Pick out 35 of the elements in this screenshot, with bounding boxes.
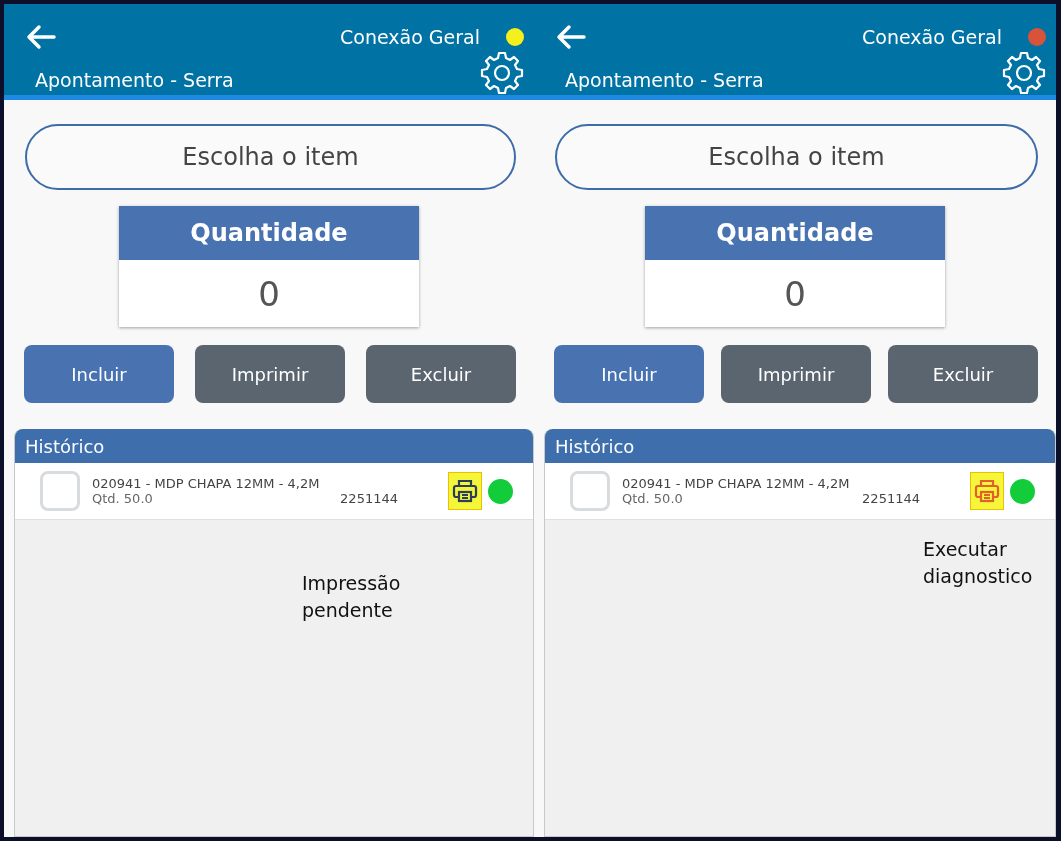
action-button[interactable]: Excluir bbox=[366, 345, 516, 403]
quantity-value: 0 bbox=[783, 272, 807, 316]
annotation-note: Executar diagnostico bbox=[923, 537, 1034, 589]
item-quantity: Qtd. 50.0 bbox=[92, 491, 154, 506]
history-title: Histórico bbox=[545, 429, 1055, 463]
item-quantity: Qtd. 50.0 bbox=[622, 491, 684, 506]
connection-label: Conexão Geral bbox=[340, 26, 480, 49]
checkbox[interactable] bbox=[570, 471, 610, 511]
item-description: 020941 - MDP CHAPA 12MM - 4,2M bbox=[622, 476, 851, 491]
history-title: Histórico bbox=[15, 429, 533, 463]
action-button[interactable]: Incluir bbox=[24, 345, 174, 403]
screen-title: Apontamento - Serra bbox=[35, 69, 234, 93]
item-description: 020941 - MDP CHAPA 12MM - 4,2M bbox=[92, 476, 321, 491]
printer-button[interactable] bbox=[448, 472, 482, 510]
history-row[interactable]: 020941 - MDP CHAPA 12MM - 4,2M Qtd. 50.0 2251144 bbox=[545, 463, 1055, 520]
history-row[interactable]: 020941 - MDP CHAPA 12MM - 4,2M Qtd. 50.0 2251144 bbox=[15, 463, 533, 520]
back-arrow-icon[interactable] bbox=[26, 24, 56, 51]
connection-label: Conexão Geral bbox=[862, 26, 1002, 49]
quantity-value: 0 bbox=[257, 272, 281, 316]
item-picker-button[interactable]: Escolha o item bbox=[555, 124, 1038, 190]
screen-title: Apontamento - Serra bbox=[565, 69, 764, 93]
item-picker-button[interactable]: Escolha o item bbox=[25, 124, 516, 190]
back-arrow-icon[interactable] bbox=[556, 24, 586, 51]
action-button[interactable]: Imprimir bbox=[721, 345, 871, 403]
quantity-title: Quantidade bbox=[645, 206, 945, 260]
action-button[interactable]: Imprimir bbox=[195, 345, 345, 403]
item-number: 2251144 bbox=[340, 491, 399, 506]
quantity-title: Quantidade bbox=[119, 206, 419, 260]
annotation-note: Impressão pendente bbox=[302, 571, 402, 623]
settings-icon[interactable] bbox=[1002, 51, 1046, 95]
checkbox[interactable] bbox=[40, 471, 80, 511]
item-number: 2251144 bbox=[862, 491, 921, 506]
action-button[interactable]: Excluir bbox=[888, 345, 1038, 403]
settings-icon[interactable] bbox=[480, 51, 524, 95]
action-button[interactable]: Incluir bbox=[554, 345, 704, 403]
